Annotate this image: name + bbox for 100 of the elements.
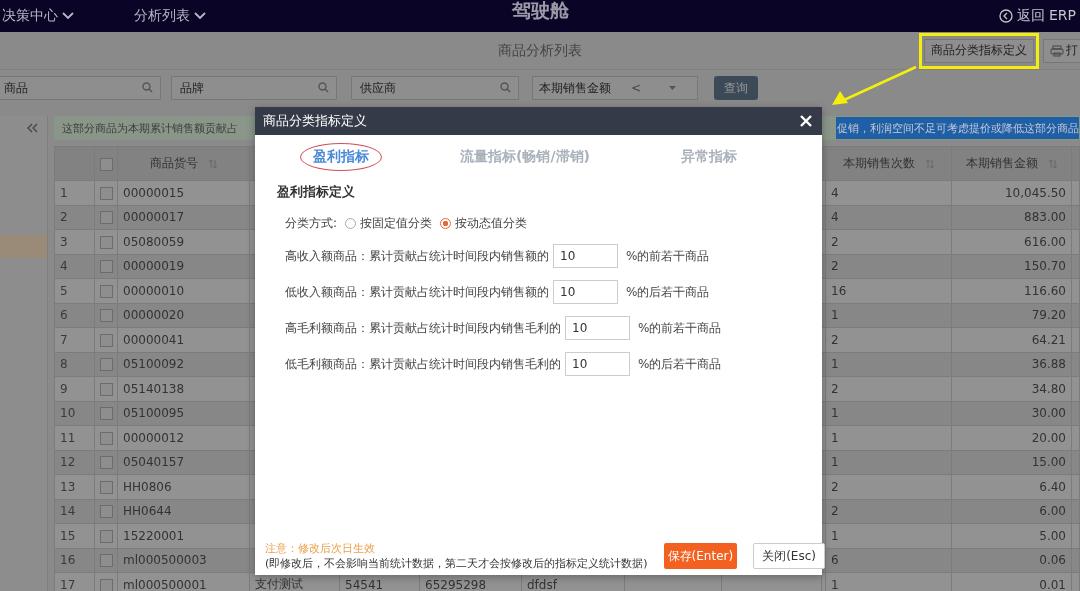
- radio-option[interactable]: 按固定值分类: [345, 215, 433, 232]
- table-cell: 15.00: [951, 450, 1072, 475]
- table-cell: 15220001: [117, 523, 250, 548]
- table-cell: 05100095: [117, 401, 250, 426]
- printer-icon: [1050, 44, 1064, 57]
- query-button[interactable]: 查询: [714, 76, 758, 100]
- close-dialog-button[interactable]: 关闭(Esc): [753, 543, 825, 569]
- row-checkbox[interactable]: [100, 186, 113, 200]
- row-checkbox[interactable]: [100, 554, 113, 568]
- row-checkbox[interactable]: [100, 309, 113, 323]
- row-number: 11: [54, 425, 95, 450]
- row-checkbox[interactable]: [100, 284, 113, 298]
- table-cell: HH0644: [117, 499, 250, 524]
- search-field[interactable]: 商品: [0, 76, 161, 100]
- row-checkbox[interactable]: [100, 456, 113, 470]
- row-checkbox[interactable]: [100, 529, 113, 543]
- row-checkbox[interactable]: [100, 358, 113, 372]
- row-checkbox[interactable]: [100, 578, 113, 591]
- rule-suffix: %的后若干商品: [638, 355, 722, 373]
- table-cell: 79.20: [951, 303, 1072, 328]
- print-button[interactable]: 打: [1043, 38, 1080, 63]
- table-cell: ml000500003: [117, 548, 250, 573]
- save-button[interactable]: 保存(Enter): [663, 543, 738, 569]
- notice-text: 注意：修改后次日生效: [265, 541, 376, 556]
- row-number: 17: [54, 572, 95, 591]
- select-all-checkbox[interactable]: [100, 157, 113, 171]
- table-cell: 6.00: [951, 499, 1072, 524]
- field-label: 分类方式:: [285, 215, 338, 232]
- row-checkbox[interactable]: [100, 235, 113, 249]
- radio-option[interactable]: 按动态值分类: [440, 215, 528, 232]
- table-cell: 05080059: [117, 229, 250, 254]
- table-cell: 1: [825, 450, 952, 475]
- rule-label: 低毛利额商品：累计贡献占统计时间段内销售毛利的: [285, 355, 561, 373]
- table-cell: 00000015: [117, 180, 250, 205]
- table-cell: 2: [825, 254, 952, 279]
- row-checkbox[interactable]: [100, 407, 113, 421]
- table-cell: 00000012: [117, 425, 250, 450]
- table-cell: 05040157: [117, 450, 250, 475]
- table-cell: 2: [825, 376, 952, 401]
- rule-label: 高毛利额商品：累计贡献占统计时间段内销售毛利的: [285, 319, 561, 337]
- row-checkbox[interactable]: [100, 480, 113, 494]
- row-number: 4: [54, 254, 95, 279]
- percent-input[interactable]: 10: [553, 244, 618, 268]
- dialog-title: 商品分类指标定义: [263, 112, 367, 130]
- row-number: 2: [54, 205, 95, 230]
- nav-menu[interactable]: 决策中心: [2, 7, 74, 25]
- toolbar-button[interactable]: 商品分类指标定义: [924, 38, 1034, 63]
- chevron-down-icon: [62, 12, 74, 20]
- table-cell: 5.00: [951, 523, 1072, 548]
- row-number: 12: [54, 450, 95, 475]
- row-number: 16: [54, 548, 95, 573]
- rule-label: 高收入额商品：累计贡献占统计时间段内销售额的: [285, 247, 549, 265]
- rule-suffix: %的后若干商品: [626, 283, 710, 301]
- double-chevron-icon: [26, 123, 39, 133]
- table-cell: 36.88: [951, 352, 1072, 377]
- table-cell: 2: [825, 327, 952, 352]
- table-cell: 1: [825, 401, 952, 426]
- close-button[interactable]: [798, 113, 814, 129]
- banner-text: 促销，利润空间不足可考虑提价或降低这部分商品: [836, 117, 1079, 139]
- table-cell: 00000019: [117, 254, 250, 279]
- back-icon: [998, 9, 1013, 23]
- table-cell: 1: [825, 352, 952, 377]
- column-header[interactable]: 本期销售金额: [951, 146, 1072, 181]
- percent-input[interactable]: 10: [553, 280, 618, 304]
- table-cell: 00000010: [117, 278, 250, 303]
- sort-icon[interactable]: [924, 158, 935, 169]
- row-number: 6: [54, 303, 95, 328]
- row-checkbox[interactable]: [100, 382, 113, 396]
- notice-detail: (即修改后，不会影响当前统计数据，第二天才会按修改后的指标定义统计数据): [265, 556, 648, 571]
- search-icon: [142, 82, 153, 93]
- row-checkbox[interactable]: [100, 260, 113, 274]
- rule-label: 低收入额商品：累计贡献占统计时间段内销售额的: [285, 283, 549, 301]
- back-link[interactable]: 返回 ERP: [998, 7, 1080, 25]
- condition-select[interactable]: 本期销售金额 <: [532, 76, 698, 100]
- table-cell: 4: [825, 205, 952, 230]
- table-cell: 150.70: [951, 254, 1072, 279]
- table-cell: 64.21: [951, 327, 1072, 352]
- percent-input[interactable]: 10: [565, 352, 630, 376]
- percent-input[interactable]: 10: [565, 316, 630, 340]
- nav-menu[interactable]: 分析列表: [134, 7, 206, 25]
- row-checkbox[interactable]: [100, 431, 113, 445]
- section-title: 盈利指标定义: [277, 183, 356, 201]
- table-cell: 05100092: [117, 352, 250, 377]
- table-cell: 00000020: [117, 303, 250, 328]
- column-header[interactable]: 本期销售次数: [825, 146, 952, 181]
- row-checkbox[interactable]: [100, 333, 113, 347]
- row-number: 9: [54, 376, 95, 401]
- row-checkbox[interactable]: [100, 211, 113, 225]
- column-header[interactable]: 商品货号: [117, 146, 250, 181]
- table-cell: 34.80: [951, 376, 1072, 401]
- table-cell: 2: [825, 474, 952, 499]
- search-field[interactable]: 品牌: [171, 76, 337, 100]
- caret-icon: [669, 86, 677, 90]
- table-cell: 16: [825, 278, 952, 303]
- row-checkbox[interactable]: [100, 505, 113, 519]
- table-cell: 616.00: [951, 229, 1072, 254]
- sort-icon[interactable]: [1047, 158, 1058, 169]
- page-title: 商品分析列表: [497, 41, 583, 60]
- search-field[interactable]: 供应商: [351, 76, 519, 100]
- sort-icon[interactable]: [207, 158, 218, 169]
